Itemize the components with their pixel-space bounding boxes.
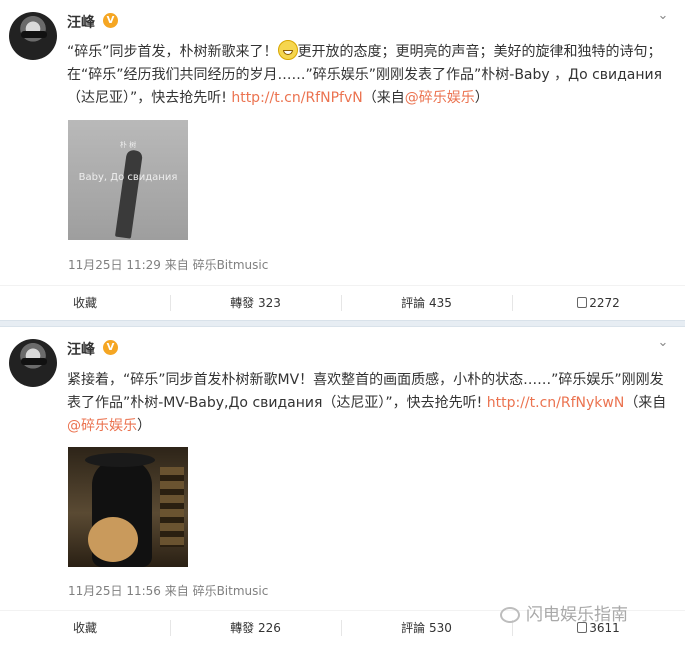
post-text-segment: “碎乐”同步首发，朴树新歌来了！ (67, 44, 278, 60)
post-text: 紧接着，“碎乐”同步首发朴树新歌MV！喜欢整首的画面质感，小朴的状态……”碎乐娱… (67, 369, 672, 438)
author-name[interactable]: 汪峰 (67, 12, 95, 32)
bar-shelf-graphic (160, 467, 184, 547)
post-separator (0, 320, 685, 327)
raised-arm-graphic (114, 149, 144, 239)
author-name[interactable]: 汪峰 (67, 339, 95, 359)
short-link[interactable]: http://t.cn/RfNPfvN (231, 90, 362, 106)
avatar[interactable] (9, 339, 57, 387)
wechat-icon (500, 607, 520, 623)
watermark: 闪电娱乐指南 (500, 600, 628, 625)
thumbs-up-icon (577, 297, 588, 308)
mention-link[interactable]: @碎乐娱乐 (405, 90, 475, 106)
short-link[interactable]: http://t.cn/RfNykwN (487, 395, 625, 411)
grin-emoji-icon (277, 40, 298, 60)
like-count: 2272 (589, 296, 620, 310)
mention-link[interactable]: @碎乐娱乐 (67, 418, 137, 434)
post-video-thumbnail[interactable] (68, 447, 188, 567)
hat-graphic (85, 453, 155, 467)
verified-badge-icon: V (103, 13, 118, 28)
post-text-segment: （来自 (362, 90, 405, 106)
action-bar: 收藏 轉發 323 評論 435 2272 (0, 285, 685, 320)
comment-button[interactable]: 評論 530 (341, 611, 512, 645)
comment-button[interactable]: 評論 435 (341, 286, 512, 320)
post-meta[interactable]: 11月25日 11:29 来自 碎乐Bitmusic (68, 256, 268, 273)
post-text-segment: （来自 (624, 395, 667, 411)
image-subtitle: 朴 树 (119, 141, 137, 149)
repost-button[interactable]: 轉發 323 (170, 286, 341, 320)
post-text-segment: ） (137, 418, 151, 434)
collect-button[interactable]: 收藏 (0, 286, 170, 320)
post-meta[interactable]: 11月25日 11:56 来自 碎乐Bitmusic (68, 582, 268, 599)
like-button[interactable]: 2272 (512, 286, 685, 320)
watermark-text: 闪电娱乐指南 (526, 605, 628, 625)
chevron-down-icon[interactable]: ⌄ (655, 335, 671, 350)
avatar[interactable] (9, 12, 57, 60)
repost-button[interactable]: 轉發 226 (170, 611, 341, 645)
collect-button[interactable]: 收藏 (0, 611, 170, 645)
guitar-graphic (88, 517, 138, 562)
chevron-down-icon[interactable]: ⌄ (655, 8, 671, 23)
verified-badge-icon: V (103, 340, 118, 355)
post-text-segment: ） (474, 90, 489, 106)
post-image[interactable]: 朴 树 Baby, До свидания (68, 120, 188, 240)
post-text: “碎乐”同步首发，朴树新歌来了！ 更开放的态度；更明亮的声音；美好的旋律和独特的诗… (67, 40, 672, 110)
image-title: Baby, До свидания (78, 172, 178, 183)
